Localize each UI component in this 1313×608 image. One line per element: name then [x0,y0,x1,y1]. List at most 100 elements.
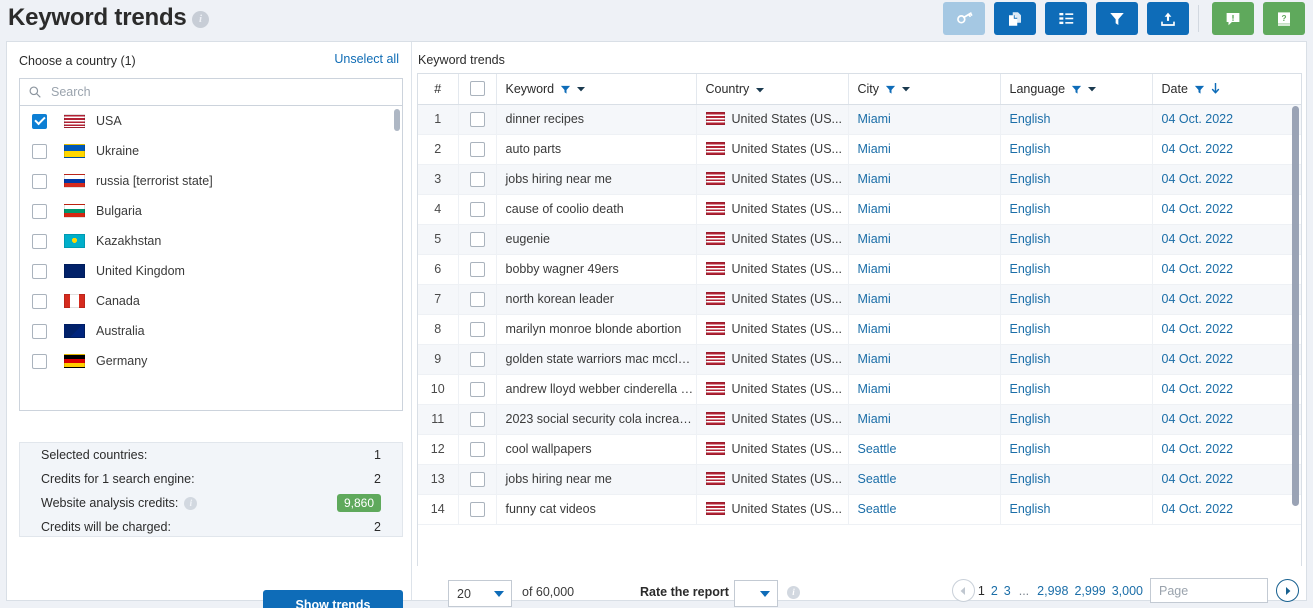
cell-date[interactable]: 04 Oct. 2022 [1152,404,1302,434]
cell-select[interactable] [458,374,496,404]
country-checkbox[interactable] [32,204,47,219]
cell-select[interactable] [458,224,496,254]
filter-icon[interactable] [560,84,571,95]
country-search-input[interactable] [49,79,402,105]
row-checkbox[interactable] [470,292,485,307]
rate-report-select[interactable] [734,580,778,607]
cell-date[interactable]: 04 Oct. 2022 [1152,194,1302,224]
cell-select[interactable] [458,164,496,194]
list-view-button[interactable] [1045,2,1087,35]
column-header-date[interactable]: Date [1152,74,1302,104]
table-row[interactable]: 1dinner recipesUnited States (US...Miami… [418,104,1302,134]
column-header-language[interactable]: Language [1000,74,1152,104]
country-checkbox[interactable] [32,294,47,309]
country-row[interactable]: Bulgaria [20,196,402,226]
copy-documents-button[interactable] [994,2,1036,35]
row-checkbox[interactable] [470,232,485,247]
cell-select[interactable] [458,434,496,464]
row-checkbox[interactable] [470,112,485,127]
country-checkbox[interactable] [32,144,47,159]
chevron-down-icon[interactable] [901,84,911,94]
column-header-select-all[interactable] [458,74,496,104]
select-all-checkbox[interactable] [470,81,485,96]
column-header-city[interactable]: City [848,74,1000,104]
country-checkbox[interactable] [32,234,47,249]
info-icon[interactable]: i [184,497,197,510]
export-upload-button[interactable] [1147,2,1189,35]
cell-city[interactable]: Seattle [848,434,1000,464]
next-page-button[interactable] [1276,579,1299,602]
page-link[interactable]: 2,999 [1071,584,1108,598]
country-row[interactable]: Kazakhstan [20,226,402,256]
table-row[interactable]: 9golden state warriors mac mccl…United S… [418,344,1302,374]
cell-language[interactable]: English [1000,344,1152,374]
cell-city[interactable]: Miami [848,254,1000,284]
column-header-icons[interactable] [885,84,911,95]
column-header-icons[interactable] [560,84,586,95]
table-row[interactable]: 2auto partsUnited States (US...MiamiEngl… [418,134,1302,164]
cell-select[interactable] [458,194,496,224]
country-list-scrollbar[interactable] [394,109,400,131]
cell-select[interactable] [458,494,496,524]
cell-city[interactable]: Miami [848,314,1000,344]
country-row[interactable]: United Kingdom [20,256,402,286]
cell-city[interactable]: Miami [848,224,1000,254]
country-checkbox[interactable] [32,174,47,189]
cell-date[interactable]: 04 Oct. 2022 [1152,434,1302,464]
cell-language[interactable]: English [1000,254,1152,284]
row-checkbox[interactable] [470,412,485,427]
column-header-icons[interactable] [1194,83,1221,95]
feedback-button[interactable] [1212,2,1254,35]
cell-select[interactable] [458,464,496,494]
row-checkbox[interactable] [470,502,485,517]
cell-select[interactable] [458,284,496,314]
page-link[interactable]: 2 [988,584,1001,598]
cell-language[interactable]: English [1000,284,1152,314]
cell-date[interactable]: 04 Oct. 2022 [1152,134,1302,164]
country-checkbox[interactable] [32,264,47,279]
page-size-select[interactable]: 20 [448,580,512,607]
cell-date[interactable]: 04 Oct. 2022 [1152,164,1302,194]
filter-icon[interactable] [1194,84,1205,95]
page-link[interactable]: 1 [975,584,988,598]
table-row[interactable]: 4cause of coolio deathUnited States (US.… [418,194,1302,224]
filter-icon[interactable] [885,84,896,95]
row-checkbox[interactable] [470,472,485,487]
cell-select[interactable] [458,344,496,374]
cell-date[interactable]: 04 Oct. 2022 [1152,344,1302,374]
key-icon-button[interactable] [943,2,985,35]
country-checkbox[interactable] [32,354,47,369]
row-checkbox[interactable] [470,172,485,187]
row-checkbox[interactable] [470,262,485,277]
cell-date[interactable]: 04 Oct. 2022 [1152,254,1302,284]
table-row[interactable]: 112023 social security cola increa…Unite… [418,404,1302,434]
cell-select[interactable] [458,104,496,134]
country-row[interactable]: USA [20,106,402,136]
page-link[interactable]: 3,000 [1109,584,1146,598]
row-checkbox[interactable] [470,442,485,457]
sort-descending-icon[interactable] [1210,83,1221,95]
cell-language[interactable]: English [1000,164,1152,194]
filter-button[interactable] [1096,2,1138,35]
country-row[interactable]: Germany [20,346,402,376]
page-number-input[interactable] [1150,578,1268,603]
prev-page-button[interactable] [952,579,975,602]
cell-date[interactable]: 04 Oct. 2022 [1152,494,1302,524]
cell-date[interactable]: 04 Oct. 2022 [1152,314,1302,344]
filter-icon[interactable] [1071,84,1082,95]
cell-city[interactable]: Miami [848,284,1000,314]
cell-language[interactable]: English [1000,134,1152,164]
cell-city[interactable]: Miami [848,374,1000,404]
cell-city[interactable]: Miami [848,344,1000,374]
country-row[interactable]: russia [terrorist state] [20,166,402,196]
row-checkbox[interactable] [470,142,485,157]
table-row[interactable]: 8marilyn monroe blonde abortionUnited St… [418,314,1302,344]
page-link[interactable]: 3 [1001,584,1014,598]
show-trends-button[interactable]: Show trends [263,590,403,608]
cell-city[interactable]: Seattle [848,464,1000,494]
cell-select[interactable] [458,254,496,284]
table-row[interactable]: 7north korean leaderUnited States (US...… [418,284,1302,314]
country-row[interactable]: Canada [20,286,402,316]
table-row[interactable]: 3jobs hiring near meUnited States (US...… [418,164,1302,194]
cell-language[interactable]: English [1000,464,1152,494]
